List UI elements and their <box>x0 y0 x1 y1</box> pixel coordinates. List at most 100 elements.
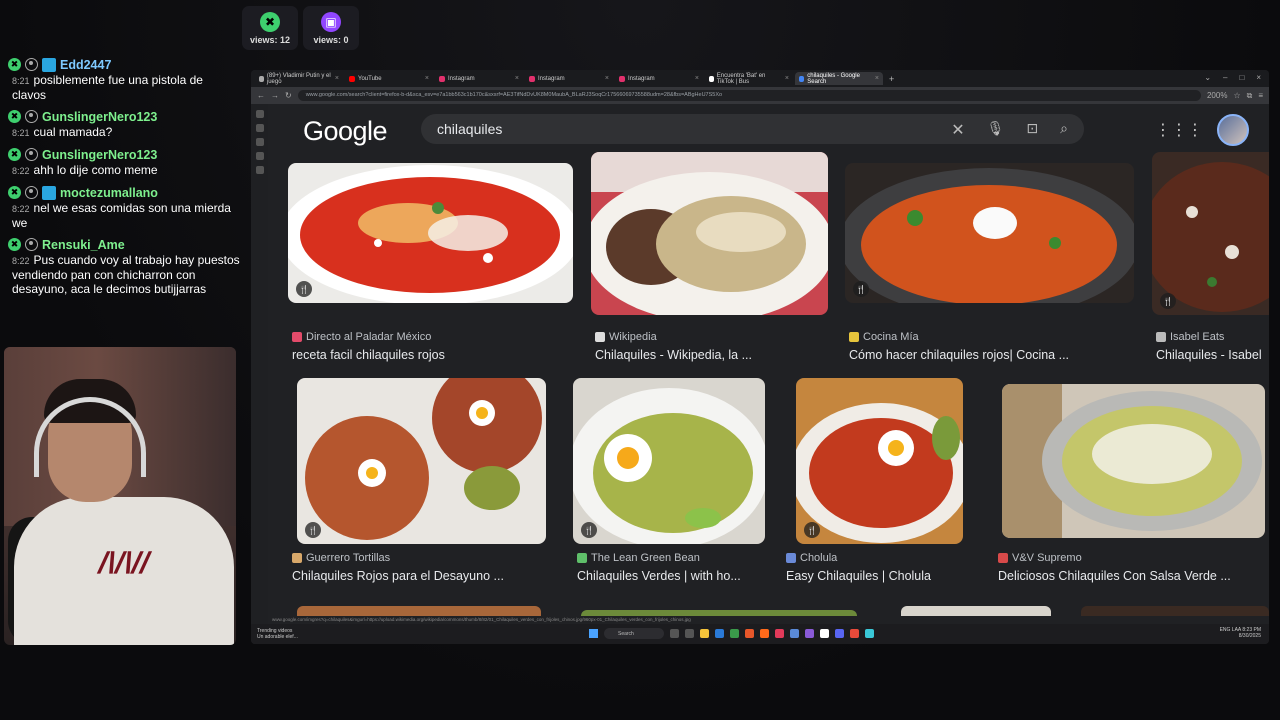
discord-icon[interactable] <box>835 629 844 638</box>
chat-username[interactable]: Edd2447 <box>60 58 111 72</box>
zoom-indicator[interactable]: 200% <box>1207 91 1227 100</box>
chat-username[interactable]: Rensuki_Ame <box>42 238 125 252</box>
lens-icon[interactable]: ⊡ <box>1026 120 1038 140</box>
sidebar-icon[interactable] <box>255 166 264 174</box>
trending-widget[interactable]: Trending videos Un adorable elef... <box>257 628 298 640</box>
result-thumbnail[interactable]: 🍴 <box>845 163 1134 303</box>
image-result-partial[interactable] <box>581 610 857 616</box>
result-source[interactable]: Cholula <box>800 552 837 564</box>
result-source[interactable]: Directo al Paladar México <box>306 331 431 343</box>
steam-icon[interactable] <box>790 629 799 638</box>
google-logo[interactable]: Google <box>303 116 388 147</box>
result-source[interactable]: Guerrero Tortillas <box>306 552 390 564</box>
taskbar-app-icon[interactable] <box>685 629 694 638</box>
clock-date[interactable]: 8/30/2025 <box>1220 633 1261 639</box>
reload-icon[interactable]: ↻ <box>285 91 292 100</box>
sidebar-icon[interactable] <box>255 152 264 160</box>
result-thumbnail[interactable]: 🍴 <box>796 378 963 544</box>
new-tab-button[interactable]: + <box>889 74 894 84</box>
chat-timestamp: 8:22 <box>12 256 30 266</box>
twitch-views-label: views: 0 <box>313 35 349 45</box>
kick-badge-icon: ✖ <box>8 186 21 199</box>
search-input[interactable]: chilaquiles <box>437 121 502 137</box>
maximize-icon[interactable]: □ <box>1239 73 1244 82</box>
clear-search-icon[interactable]: ✕ <box>951 120 964 140</box>
search-icon[interactable]: ⌕ <box>1060 120 1068 140</box>
taskbar-app-icon[interactable] <box>805 629 814 638</box>
taskbar-app-icon[interactable] <box>850 629 859 638</box>
tab-putin[interactable]: (89+) Vladimir Putin y el juego × <box>255 72 343 85</box>
search-box[interactable]: chilaquiles ✕ 🎙 ⊡ ⌕ <box>421 114 1084 144</box>
sidebar-icon[interactable] <box>255 138 264 146</box>
chat-timestamp: 8:21 <box>12 128 30 138</box>
minimize-icon[interactable]: – <box>1223 73 1227 82</box>
taskbar-app-icon[interactable] <box>670 629 679 638</box>
chrome-icon[interactable] <box>745 629 754 638</box>
account-avatar[interactable] <box>1217 114 1249 146</box>
chat-username[interactable]: GunslingerNero123 <box>42 110 157 124</box>
tab-close-icon[interactable]: × <box>875 75 879 82</box>
result-title[interactable]: Chilaquiles - Isabel <box>1156 348 1269 362</box>
back-icon[interactable]: ← <box>257 91 265 100</box>
result-source[interactable]: Isabel Eats <box>1170 331 1224 343</box>
system-tray[interactable]: ENG LAA 8:23 PM 8/30/2025 <box>1220 627 1261 639</box>
taskbar-app-icon[interactable] <box>730 629 739 638</box>
taskbar-app-icon[interactable] <box>865 629 874 638</box>
taskbar-search[interactable]: Search <box>604 628 664 639</box>
chat-username[interactable]: GunslingerNero123 <box>42 148 157 162</box>
tab-youtube[interactable]: YouTube × <box>345 72 433 85</box>
result-title[interactable]: Chilaquiles Rojos para el Desayuno ... <box>292 569 546 583</box>
tiktok-icon[interactable] <box>820 629 829 638</box>
microphone-icon[interactable]: 🎙 <box>987 120 1005 140</box>
taskbar-app-icon[interactable] <box>715 629 724 638</box>
sidebar-icon[interactable] <box>255 110 264 118</box>
result-title[interactable]: Cómo hacer chilaquiles rojos| Cocina ... <box>849 348 1138 362</box>
tab-instagram-2[interactable]: Instagram × <box>525 72 613 85</box>
result-title[interactable]: Deliciosos Chilaquiles Con Salsa Verde .… <box>998 569 1265 583</box>
shirt-logo: /\/\// <box>94 547 154 580</box>
result-thumbnail[interactable]: 🍴 <box>573 378 765 544</box>
extensions-icon[interactable]: ⧉ <box>1247 91 1253 101</box>
image-result-partial[interactable] <box>1081 606 1269 616</box>
tab-favicon-icon <box>439 75 445 82</box>
result-thumbnail[interactable]: 🍴 <box>1152 152 1269 315</box>
result-title[interactable]: receta facil chilaquiles rojos <box>292 348 577 362</box>
result-title[interactable]: Easy Chilaquiles | Cholula <box>786 569 986 583</box>
close-window-icon[interactable]: × <box>1256 73 1261 82</box>
keyboard-language[interactable]: ENG LAA <box>1220 627 1241 633</box>
bookmark-star-icon[interactable]: ☆ <box>1233 91 1240 100</box>
tab-close-icon[interactable]: × <box>335 75 339 82</box>
result-thumbnail[interactable]: 🍴 <box>297 378 546 544</box>
start-icon[interactable] <box>589 629 598 638</box>
result-source[interactable]: Cocina Mía <box>863 331 919 343</box>
result-title[interactable]: Chilaquiles Verdes | with ho... <box>577 569 777 583</box>
tab-close-icon[interactable]: × <box>425 75 429 82</box>
tab-close-icon[interactable]: × <box>605 75 609 82</box>
firefox-icon[interactable] <box>760 629 769 638</box>
forward-icon[interactable]: → <box>271 91 279 100</box>
result-source[interactable]: V&V Supremo <box>1012 552 1082 564</box>
tab-tiktok[interactable]: Encuentra 'Bat' en TikTok | Bus × <box>705 72 793 85</box>
result-thumbnail[interactable] <box>591 152 828 315</box>
tab-instagram-1[interactable]: Instagram × <box>435 72 523 85</box>
google-apps-icon[interactable]: ⋮⋮⋮ <box>1155 120 1203 140</box>
result-thumbnail[interactable] <box>1002 384 1265 538</box>
sidebar-icon[interactable] <box>255 124 264 132</box>
result-thumbnail[interactable]: 🍴 <box>288 163 573 303</box>
result-source[interactable]: The Lean Green Bean <box>591 552 700 564</box>
tab-close-icon[interactable]: × <box>785 75 789 82</box>
image-result-partial[interactable] <box>297 606 541 616</box>
chat-username[interactable]: moctezumallano <box>60 186 158 200</box>
image-result-partial[interactable] <box>901 606 1051 616</box>
tab-instagram-3[interactable]: Instagram × <box>615 72 703 85</box>
tab-list-icon[interactable]: ⌄ <box>1204 73 1211 82</box>
taskbar-app-icon[interactable] <box>775 629 784 638</box>
file-explorer-icon[interactable] <box>700 629 709 638</box>
tab-close-icon[interactable]: × <box>695 75 699 82</box>
tab-close-icon[interactable]: × <box>515 75 519 82</box>
result-source[interactable]: Wikipedia <box>609 331 657 343</box>
menu-icon[interactable]: ≡ <box>1258 91 1263 100</box>
tab-google-search[interactable]: chilaquiles - Google Search × <box>795 72 883 85</box>
address-bar[interactable]: www.google.com/search?client=firefox-b-d… <box>297 90 1201 101</box>
result-title[interactable]: Chilaquiles - Wikipedia, la ... <box>595 348 832 362</box>
